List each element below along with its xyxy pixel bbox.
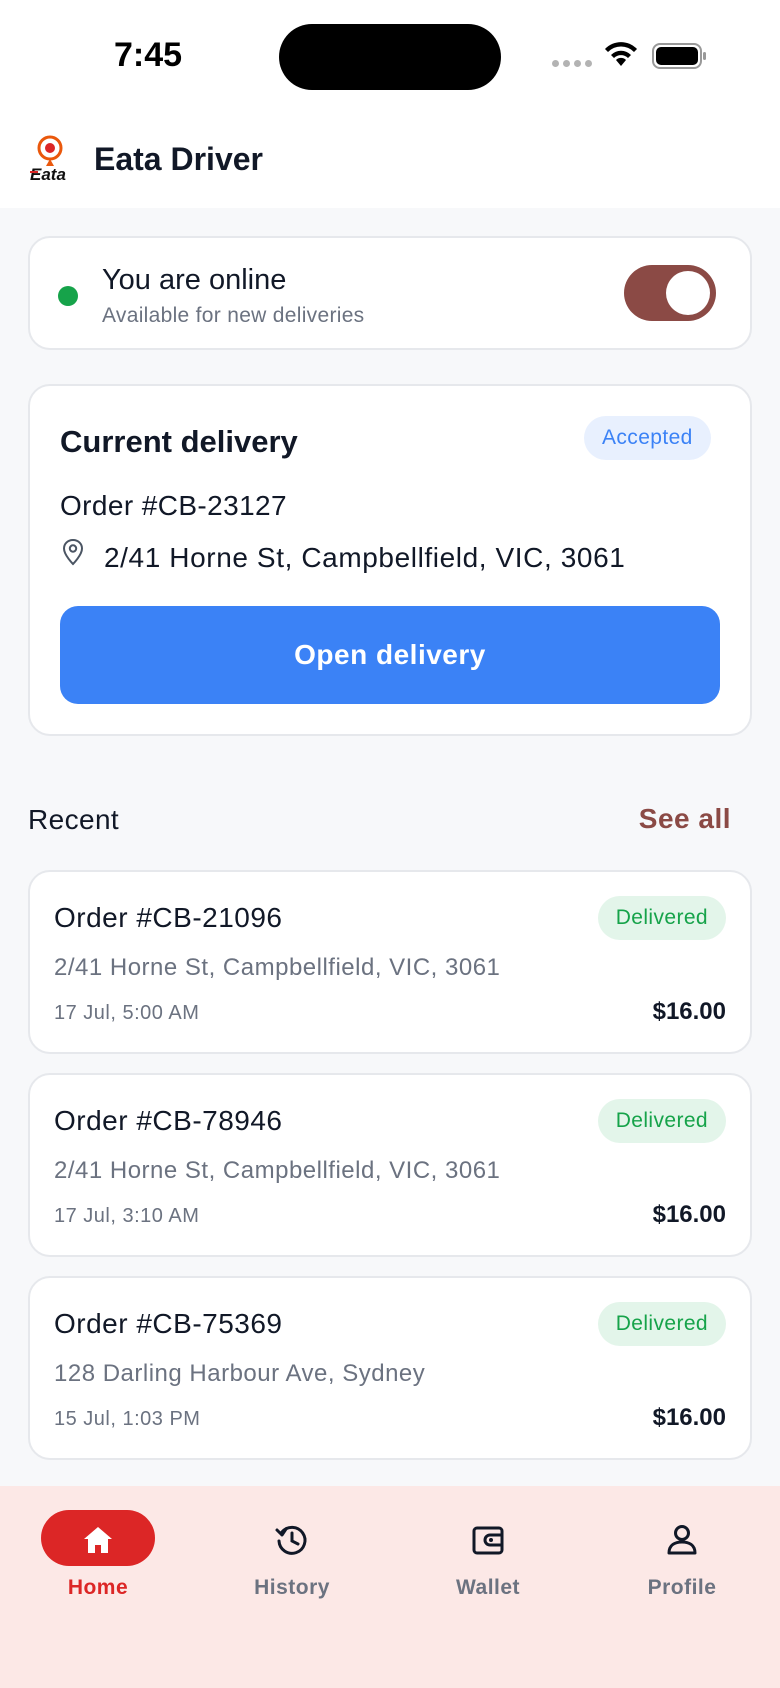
order-card[interactable]: Order #CB-75369 Delivered 128 Darling Ha… (28, 1276, 752, 1460)
status-time: 7:45 (114, 36, 183, 74)
order-time: 17 Jul, 3:10 AM (54, 1205, 200, 1227)
order-price: $16.00 (652, 1201, 726, 1228)
order-address: 128 Darling Harbour Ave, Sydney (54, 1360, 426, 1387)
status-bar: 7:45 (0, 0, 780, 110)
status-badge: Delivered (597, 1302, 726, 1346)
order-time: 17 Jul, 5:00 AM (54, 1002, 200, 1024)
order-price: $16.00 (652, 998, 726, 1025)
app-header: Eata Eata Driver (0, 110, 780, 208)
nav-item-home[interactable]: Home (25, 1510, 185, 1620)
order-time: 15 Jul, 1:03 PM (54, 1408, 201, 1430)
current-order-number: Order #CB-23127 (60, 490, 288, 521)
order-address: 2/41 Horne St, Campbellfield, VIC, 3061 (54, 954, 501, 981)
current-delivery-heading: Current delivery (60, 424, 298, 459)
status-badge: Delivered (597, 1099, 726, 1143)
online-toggle[interactable] (624, 265, 716, 321)
svg-text:Eata: Eata (30, 165, 66, 184)
order-number: Order #CB-75369 (54, 1308, 283, 1339)
nav-label-history: History (254, 1576, 330, 1599)
nav-item-wallet[interactable]: Wallet (408, 1510, 568, 1620)
order-number: Order #CB-78946 (54, 1105, 283, 1136)
history-icon (275, 1525, 307, 1555)
nav-item-profile[interactable]: Profile (602, 1510, 762, 1620)
eata-logo: Eata (28, 134, 78, 184)
online-indicator (58, 286, 78, 306)
nav-label-home: Home (67, 1576, 129, 1599)
status-badge: Delivered (597, 896, 726, 940)
order-number: Order #CB-21096 (54, 902, 283, 933)
nav-item-history[interactable]: History (212, 1510, 372, 1620)
status-badge: Accepted (584, 416, 711, 460)
cellular-signal-icon (552, 60, 592, 67)
profile-icon (667, 1525, 697, 1555)
location-pin-icon (62, 538, 84, 566)
current-delivery-card: Current delivery Accepted Order #CB-2312… (28, 384, 752, 736)
dynamic-island (279, 24, 501, 90)
battery-icon (652, 43, 706, 69)
order-card[interactable]: Order #CB-78946 Delivered 2/41 Horne St,… (28, 1073, 752, 1257)
open-delivery-button[interactable]: Open delivery (60, 606, 720, 704)
see-all-link[interactable]: See all (639, 803, 731, 835)
toggle-knob (666, 271, 710, 315)
order-address: 2/41 Horne St, Campbellfield, VIC, 3061 (54, 1157, 501, 1184)
home-icon (84, 1527, 112, 1553)
order-card[interactable]: Order #CB-21096 Delivered 2/41 Horne St,… (28, 870, 752, 1054)
online-subtitle: Available for new deliveries (102, 304, 365, 327)
nav-label-wallet: Wallet (455, 1576, 521, 1599)
recent-section-title: Recent (28, 804, 120, 835)
wallet-icon (472, 1526, 504, 1555)
current-delivery-address: 2/41 Horne St, Campbellfield, VIC, 3061 (104, 542, 626, 573)
online-title: You are online (102, 264, 287, 296)
online-status-card: You are online Available for new deliver… (28, 236, 752, 350)
wifi-icon (605, 42, 637, 66)
app-title: Eata Driver (94, 140, 263, 177)
order-price: $16.00 (652, 1404, 726, 1431)
nav-label-profile: Profile (647, 1576, 717, 1599)
bottom-navigation: Home History Wallet Profile (0, 1486, 780, 1688)
